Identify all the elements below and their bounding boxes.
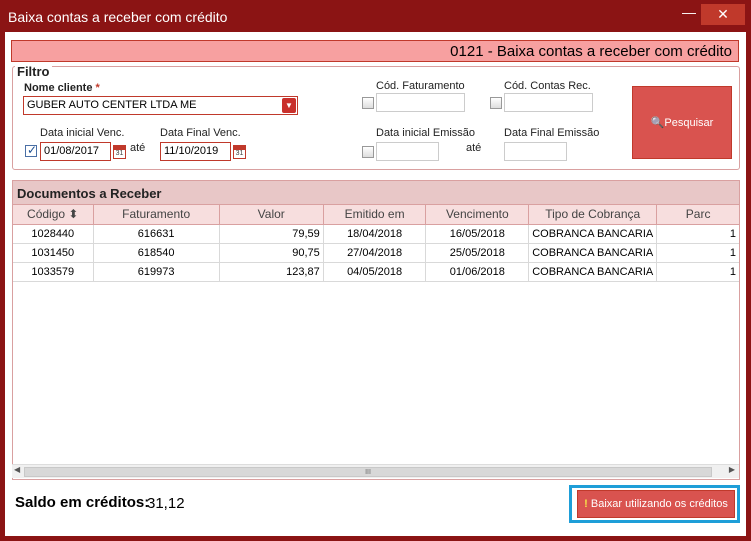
cell-tipo-cobranca: COBRANCA BANCARIA [528, 243, 658, 263]
cell-faturamento: 619973 [93, 262, 220, 282]
ate-label: até [466, 142, 482, 154]
cell-valor: 79,59 [219, 224, 324, 244]
column-header-faturamento[interactable]: Faturamento [93, 205, 220, 225]
cell-tipo-cobranca: COBRANCA BANCARIA [528, 262, 658, 282]
nome-cliente-label: Nome cliente * [24, 82, 100, 94]
cell-faturamento: 616631 [93, 224, 220, 244]
cell-vencimento: 01/06/2018 [425, 262, 530, 282]
scroll-right-icon[interactable]: ▶ [729, 465, 735, 474]
cell-valor: 90,75 [219, 243, 324, 263]
grid-title: Documentos a Receber [17, 186, 162, 201]
page-header: 0121 - Baixa contas a receber com crédit… [11, 40, 739, 62]
documents-grid: Documentos a Receber Código ⬍ Faturament… [12, 180, 740, 480]
cell-codigo: 1033579 [13, 262, 94, 282]
cod-faturamento-input[interactable] [376, 93, 465, 112]
column-header-tipo-cobranca[interactable]: Tipo de Cobrança [528, 205, 658, 225]
nome-cliente-select[interactable]: GUBER AUTO CENTER LTDA ME ▼ [23, 96, 298, 115]
close-button[interactable]: ✕ [701, 4, 745, 25]
cell-tipo-cobranca: COBRANCA BANCARIA [528, 224, 658, 244]
cell-vencimento: 25/05/2018 [425, 243, 530, 263]
dialog-window: Baixa contas a receber com crédito — ✕ 0… [0, 0, 751, 541]
title-bar: Baixa contas a receber com crédito — ✕ [0, 0, 751, 32]
grid-title-bar: Documentos a Receber [13, 181, 739, 205]
column-header-emitido-em[interactable]: Emitido em [323, 205, 427, 225]
checkmark-icon: ✓ [27, 143, 38, 157]
data-inicial-emissao-checkbox[interactable] [362, 146, 374, 158]
window-title: Baixa contas a receber com crédito [8, 9, 228, 25]
sort-icon[interactable]: ⬍ [68, 207, 78, 221]
cell-valor: 123,87 [219, 262, 324, 282]
exclamation-icon: ! [584, 498, 588, 510]
column-header-valor[interactable]: Valor [219, 205, 324, 225]
table-row[interactable]: 1028440 616631 79,59 18/04/2018 16/05/20… [13, 224, 739, 244]
cod-contas-rec-label: Cód. Contas Rec. [504, 80, 591, 92]
pesquisar-button[interactable]: 🔍Pesquisar [632, 86, 732, 159]
column-header-vencimento[interactable]: Vencimento [425, 205, 530, 225]
dialog-content: 0121 - Baixa contas a receber com crédit… [5, 32, 746, 536]
cod-contas-rec-checkbox[interactable] [490, 97, 502, 109]
cell-emitido-em: 27/04/2018 [323, 243, 427, 263]
cell-codigo: 1031450 [13, 243, 94, 263]
column-header-parc[interactable]: Parc [656, 205, 739, 225]
required-mark: * [95, 82, 100, 94]
table-header-row: Código ⬍ Faturamento Valor Emitido em Ve… [13, 205, 739, 225]
nome-cliente-value: GUBER AUTO CENTER LTDA ME [27, 99, 197, 111]
cell-parc: 1 [656, 224, 739, 244]
scrollbar-thumb[interactable]: III [24, 467, 712, 477]
data-inicial-venc-label: Data inicial Venc. [40, 127, 125, 139]
data-final-venc-input[interactable]: 11/10/2019 [160, 142, 231, 161]
cod-faturamento-checkbox[interactable] [362, 97, 374, 109]
calendar-icon[interactable]: 31 [233, 145, 246, 159]
scroll-left-icon[interactable]: ◀ [14, 465, 20, 474]
filter-legend: Filtro [15, 64, 52, 79]
page-title: 0121 - Baixa contas a receber com crédit… [450, 43, 732, 60]
documents-table: Código ⬍ Faturamento Valor Emitido em Ve… [13, 205, 739, 282]
cell-emitido-em: 04/05/2018 [323, 262, 427, 282]
data-inicial-emissao-input[interactable] [376, 142, 439, 161]
data-final-venc-label: Data Final Venc. [160, 127, 241, 139]
cell-emitido-em: 18/04/2018 [323, 224, 427, 244]
horizontal-scrollbar[interactable]: ◀ III ▶ [12, 464, 739, 478]
cell-codigo: 1028440 [13, 224, 94, 244]
cell-parc: 1 [656, 262, 739, 282]
baixar-creditos-button[interactable]: ! Baixar utilizando os créditos [577, 490, 735, 518]
column-header-codigo[interactable]: Código ⬍ [13, 205, 94, 225]
data-inicial-emissao-label: Data inicial Emissão [376, 127, 476, 139]
saldo-label: Saldo em créditos: [15, 494, 150, 511]
minimize-button[interactable]: — [682, 5, 696, 21]
calendar-icon[interactable]: 31 [113, 145, 126, 159]
data-final-emissao-input[interactable] [504, 142, 567, 161]
table-row[interactable]: 1031450 618540 90,75 27/04/2018 25/05/20… [13, 243, 739, 263]
table-row[interactable]: 1033579 619973 123,87 04/05/2018 01/06/2… [13, 262, 739, 282]
data-inicial-venc-checkbox[interactable]: ✓ [25, 143, 38, 157]
cell-vencimento: 16/05/2018 [425, 224, 530, 244]
cell-parc: 1 [656, 243, 739, 263]
cell-faturamento: 618540 [93, 243, 220, 263]
search-icon: 🔍 [650, 117, 665, 129]
chevron-down-icon[interactable]: ▼ [282, 98, 296, 113]
cod-contas-rec-input[interactable] [504, 93, 593, 112]
cod-faturamento-label: Cód. Faturamento [376, 80, 465, 92]
saldo-value: 31,12 [147, 495, 185, 512]
ate-label: até [130, 142, 146, 154]
data-inicial-venc-input[interactable]: 01/08/2017 [40, 142, 111, 161]
data-final-emissao-label: Data Final Emissão [504, 127, 600, 139]
